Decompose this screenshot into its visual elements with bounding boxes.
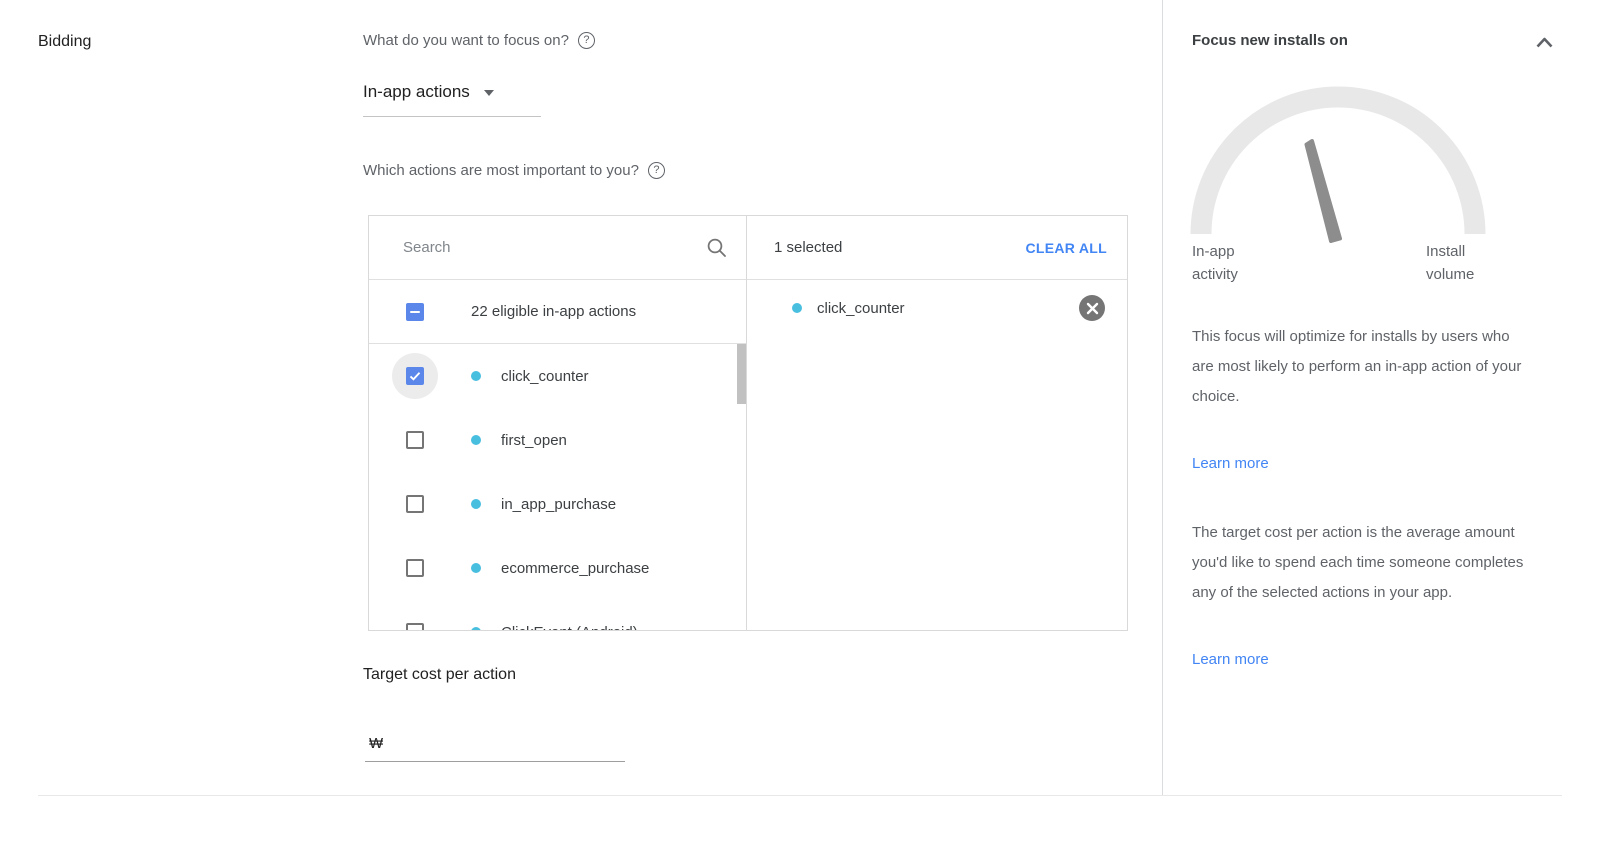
- focus-question-row: What do you want to focus on? ?: [363, 32, 595, 49]
- list-item-label: ecommerce_purchase: [501, 560, 649, 577]
- list-item[interactable]: in_app_purchase: [369, 472, 746, 536]
- focus-dropdown[interactable]: In-app actions: [363, 82, 541, 117]
- selected-header-row: 1 selected CLEAR ALL: [747, 216, 1127, 280]
- close-icon: [1086, 302, 1099, 315]
- checkbox-unchecked[interactable]: [406, 559, 424, 577]
- action-picker-panel: 22 eligible in-app actions click_counter…: [368, 215, 1128, 631]
- list-item-label: click_counter: [501, 368, 589, 385]
- section-title-bidding: Bidding: [38, 33, 91, 51]
- actions-question-row: Which actions are most important to you?…: [363, 162, 665, 179]
- selected-count-label: 1 selected: [774, 239, 842, 256]
- checkbox-unchecked[interactable]: [406, 431, 424, 449]
- list-item[interactable]: click_counter: [369, 344, 746, 408]
- action-dot-icon: [471, 371, 481, 381]
- chevron-down-icon: [484, 90, 494, 96]
- side-panel-paragraph-1: This focus will optimize for installs by…: [1192, 322, 1528, 412]
- help-icon[interactable]: ?: [648, 162, 665, 179]
- learn-more-link-1[interactable]: Learn more: [1192, 455, 1269, 472]
- gauge-labels-row: In-app activity Install volume: [1192, 240, 1484, 286]
- action-dot-icon: [471, 627, 481, 631]
- gauge-right-label: Install volume: [1426, 240, 1484, 286]
- chevron-up-icon: [1535, 36, 1554, 49]
- select-all-label: 22 eligible in-app actions: [471, 303, 636, 320]
- target-cost-input[interactable]: [391, 735, 625, 752]
- help-icon[interactable]: ?: [578, 32, 595, 49]
- gauge-needle: [1307, 141, 1341, 241]
- action-picker-available-pane: 22 eligible in-app actions click_counter…: [369, 216, 746, 630]
- focus-gauge: [1190, 76, 1486, 251]
- gauge-left-label: In-app activity: [1192, 240, 1262, 286]
- section-bottom-divider: [38, 795, 1562, 796]
- currency-symbol-won: ₩: [369, 735, 383, 752]
- list-item[interactable]: ecommerce_purchase: [369, 536, 746, 600]
- selected-item-label: click_counter: [817, 300, 905, 317]
- focus-question-label: What do you want to focus on?: [363, 32, 569, 49]
- gauge-arc: [1201, 97, 1475, 234]
- target-cost-label: Target cost per action: [363, 666, 516, 684]
- remove-selected-button[interactable]: [1079, 295, 1105, 321]
- scrollbar-thumb[interactable]: [737, 344, 746, 404]
- select-all-checkbox-indeterminate[interactable]: [406, 303, 424, 321]
- action-picker-selected-pane: 1 selected CLEAR ALL click_counter: [746, 216, 1127, 630]
- focus-dropdown-value: In-app actions: [363, 82, 470, 102]
- side-panel-title: Focus new installs on: [1192, 32, 1348, 49]
- actions-question-label: Which actions are most important to you?: [363, 162, 639, 179]
- learn-more-link-2[interactable]: Learn more: [1192, 651, 1269, 668]
- action-dot-icon: [471, 563, 481, 573]
- select-all-row[interactable]: 22 eligible in-app actions: [369, 280, 746, 344]
- collapse-panel-button[interactable]: [1532, 34, 1556, 54]
- selected-list-item: click_counter: [747, 280, 1127, 336]
- search-icon: [706, 237, 728, 259]
- list-item[interactable]: first_open: [369, 408, 746, 472]
- vertical-divider: [1162, 0, 1163, 795]
- checkbox-checked[interactable]: [406, 367, 424, 385]
- list-item-label: ClickEvent (Android): [501, 624, 638, 632]
- target-cost-field[interactable]: ₩: [365, 710, 625, 762]
- search-row: [369, 216, 746, 280]
- action-dot-icon: [471, 435, 481, 445]
- check-icon: [408, 369, 422, 383]
- list-item-clipped[interactable]: ClickEvent (Android): [369, 600, 746, 631]
- list-item-label: in_app_purchase: [501, 496, 616, 513]
- search-input[interactable]: [403, 239, 706, 256]
- checkbox-unchecked[interactable]: [406, 623, 424, 631]
- clear-all-button[interactable]: CLEAR ALL: [1025, 240, 1107, 256]
- list-item-label: first_open: [501, 432, 567, 449]
- action-dot-icon: [792, 303, 802, 313]
- action-dot-icon: [471, 499, 481, 509]
- checkbox-unchecked[interactable]: [406, 495, 424, 513]
- side-panel-paragraph-2: The target cost per action is the averag…: [1192, 518, 1528, 608]
